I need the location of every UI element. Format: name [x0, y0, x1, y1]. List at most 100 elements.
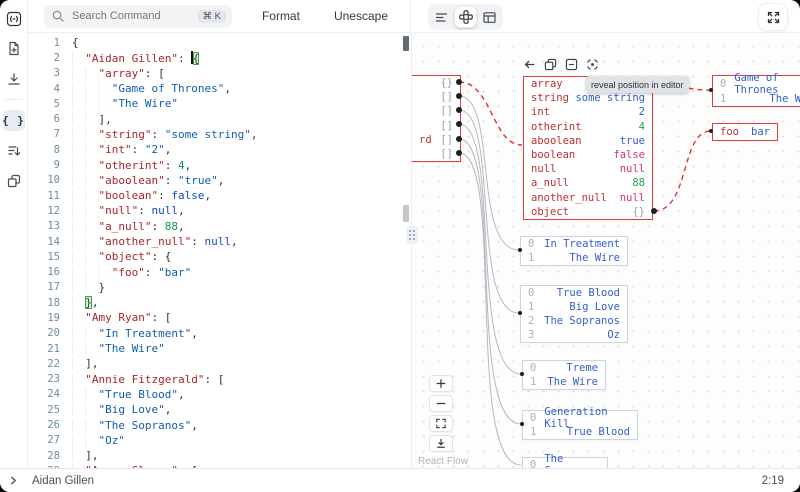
line-number: 17 [28, 281, 60, 293]
code-line[interactable]: 19 "Amy Ryan": [ [28, 310, 401, 325]
json-editor-tab[interactable]: { } [3, 110, 25, 131]
graph-canvas[interactable]: {}[][][]rd[][]arraystringsome stringint2… [412, 33, 800, 468]
graph-node-amy-ryan[interactable]: 0In Treatment1The Wire [520, 236, 628, 266]
focus-node-icon[interactable] [586, 58, 599, 71]
status-bar: Aidan Gillen 2:19 [0, 468, 800, 492]
text-view-tab[interactable] [430, 6, 453, 28]
code-line[interactable]: 4 "Game of Thrones", [28, 81, 401, 96]
code-line[interactable]: 18 }, [28, 295, 401, 310]
table-view-icon [483, 11, 496, 24]
code-line[interactable]: 20 "In Treatment", [28, 326, 401, 341]
code-line[interactable]: 3 "array": [ [28, 66, 401, 81]
download-image-button[interactable] [429, 435, 453, 452]
graph-node-annie-fitzgerald[interactable]: 0True Blood1Big Love2The Sopranos3Oz [520, 285, 628, 343]
code-line[interactable]: 9 "otherint": 4, [28, 157, 401, 172]
code-line[interactable]: 10 "aboolean": "true", [28, 173, 401, 188]
activity-bar: { } [0, 0, 28, 468]
line-number: 9 [28, 159, 60, 171]
line-number: 28 [28, 450, 60, 462]
copy-node-icon[interactable] [544, 58, 557, 71]
json-editor[interactable]: 1{2 "Aidan Gillen": {3 "array": [4 "Game… [28, 33, 411, 468]
line-number: 2 [28, 52, 60, 64]
line-number: 14 [28, 236, 60, 248]
fullscreen-button[interactable] [758, 3, 788, 31]
new-document-button[interactable] [3, 38, 25, 59]
table-view-tab[interactable] [478, 6, 501, 28]
transform-button[interactable] [3, 140, 25, 161]
line-number: 23 [28, 373, 60, 385]
node-row: int2 [524, 105, 652, 119]
back-arrow-icon[interactable] [523, 58, 536, 71]
selected-node[interactable]: arraystringsome stringint2otherint4abool… [523, 76, 653, 220]
search-command[interactable]: ⌘ K [44, 5, 232, 28]
graph-view-icon [459, 10, 473, 24]
line-number: 4 [28, 83, 60, 95]
code-line[interactable]: 21 "The Wire" [28, 341, 401, 356]
node-row: another_nullnull [524, 191, 652, 205]
zoom-in-button[interactable] [429, 375, 453, 392]
download-button[interactable] [3, 68, 25, 89]
code-line[interactable]: 2 "Aidan Gillen": { [28, 50, 401, 65]
node-row: 0Generation Kill [523, 411, 637, 425]
code-line[interactable]: 28 ], [28, 448, 401, 463]
bottom-panel-toggle[interactable] [8, 475, 19, 486]
code-line[interactable]: 26 "The Sopranos", [28, 417, 401, 432]
editor-scrollbar-thumb[interactable] [403, 36, 409, 51]
code-line[interactable]: 24 "True Blood", [28, 387, 401, 402]
code-line[interactable]: 12 "null": null, [28, 203, 401, 218]
graph-node-foo-object[interactable]: foobar [712, 123, 778, 141]
code-line[interactable]: 25 "Big Love", [28, 402, 401, 417]
code-line[interactable]: 1{ [28, 35, 401, 50]
graph-node-anwan-glover[interactable]: 0Treme1The Wire [522, 360, 606, 390]
code-line[interactable]: 8 "int": "2", [28, 142, 401, 157]
code-line[interactable]: 14 "another_null": null, [28, 234, 401, 249]
zoom-out-button[interactable] [429, 395, 453, 412]
line-number: 3 [28, 67, 60, 79]
compare-button[interactable] [3, 170, 25, 191]
cursor-position: 2:19 [762, 475, 784, 487]
graph-node-aidan-array[interactable]: 0Game of Thrones1The Wire [712, 75, 800, 107]
align-left-icon [435, 11, 448, 24]
code-line[interactable]: 11 "boolean": false, [28, 188, 401, 203]
panel-resize-handle[interactable] [406, 226, 418, 244]
graph-node-alice-farmer[interactable]: 0The Corner [522, 457, 608, 468]
code-line[interactable]: 5 "The Wire" [28, 96, 401, 111]
code-line[interactable]: 27 "Oz" [28, 433, 401, 448]
node-row: 0In Treatment [521, 237, 627, 251]
collapse-node-icon[interactable] [565, 58, 578, 71]
editor-toolbar: ⌘ K Format Unescape [28, 0, 411, 32]
line-number: 20 [28, 327, 60, 339]
code-line[interactable]: 6 ], [28, 111, 401, 126]
unescape-button[interactable]: Unescape [328, 8, 394, 24]
jsoncrack-app: { } ⌘ K Format Unescape [0, 0, 800, 492]
code-line[interactable]: 17 } [28, 280, 401, 295]
line-number: 26 [28, 419, 60, 431]
line-number: 22 [28, 358, 60, 370]
code-line[interactable]: 16 "foo": "bar" [28, 264, 401, 279]
graph-node-alexander-skarsgard[interactable]: 0Generation Kill1True Blood [522, 410, 638, 440]
fit-view-button[interactable] [429, 415, 453, 432]
root-node-row: [] [412, 118, 460, 132]
line-number: 6 [28, 113, 60, 125]
root-node[interactable]: {}[][][]rd[][] [412, 75, 461, 162]
code-line[interactable]: 15 "object": { [28, 249, 401, 264]
code-line[interactable]: 23 "Annie Fitzgerald": [ [28, 372, 401, 387]
search-icon [52, 10, 64, 22]
format-button[interactable]: Format [256, 8, 306, 24]
root-node-row: rd[] [412, 133, 460, 147]
graph-view-tab[interactable] [454, 6, 477, 28]
node-row: booleanfalse [524, 148, 652, 162]
node-row: 0The Corner [523, 458, 607, 468]
root-node-row: [] [412, 147, 460, 161]
download-image-icon [436, 438, 446, 449]
node-row: 0Treme [523, 361, 605, 375]
root-node-row: [] [412, 90, 460, 104]
search-input[interactable] [70, 9, 192, 23]
search-shortcut-badge: ⌘ K [198, 10, 226, 23]
zoom-controls [429, 375, 453, 452]
line-number: 15 [28, 251, 60, 263]
code-line[interactable]: 22 ], [28, 356, 401, 371]
code-line[interactable]: 7 "string": "some string", [28, 127, 401, 142]
code-line[interactable]: 13 "a_null": 88, [28, 219, 401, 234]
line-number: 27 [28, 434, 60, 446]
